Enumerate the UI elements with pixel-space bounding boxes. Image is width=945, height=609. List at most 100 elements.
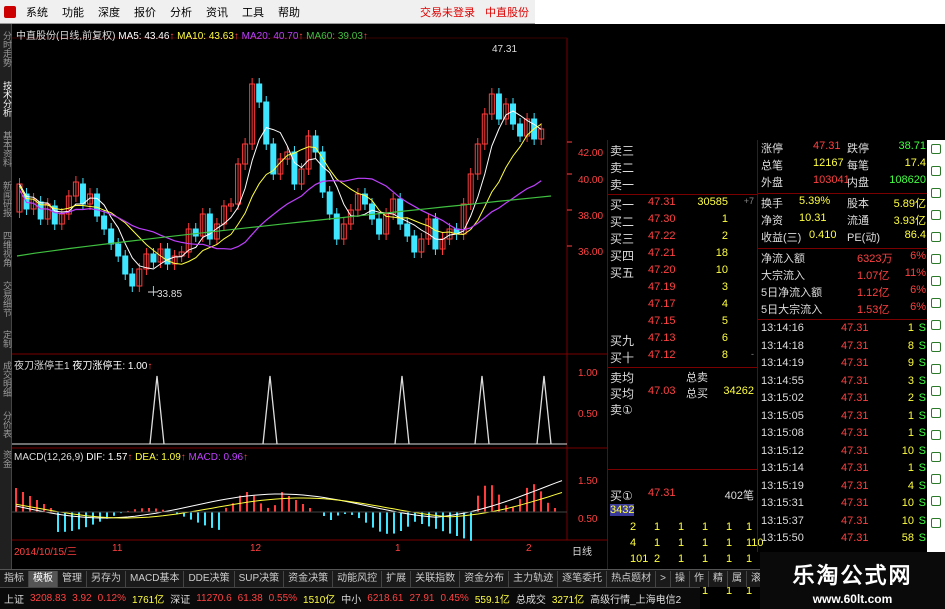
buy1-queue-header[interactable]: 买① 47.31 402笔 <box>608 487 758 504</box>
bottom-tab[interactable]: 逐笔委托 <box>558 570 608 587</box>
bottom-tab[interactable]: 资金分布 <box>460 570 510 587</box>
watermark-url: www.60lt.com <box>812 592 893 606</box>
tick-row[interactable]: 13:14:19 47.31 9 S <box>761 357 928 374</box>
menu-item-tools[interactable]: 工具 <box>235 4 271 20</box>
zx-index-label[interactable]: 中小 <box>341 591 361 606</box>
tool-icon[interactable] <box>931 518 941 528</box>
tick-row[interactable]: 13:15:37 47.31 10 S <box>761 515 928 532</box>
tool-icon[interactable] <box>931 452 941 462</box>
bottom-tab[interactable]: 动能风控 <box>333 570 383 587</box>
indicator-value: 夜刀涨停王: 1.00 <box>72 361 148 372</box>
menu-item-analysis[interactable]: 分析 <box>163 4 199 20</box>
sell1-queue-label[interactable]: 卖① <box>610 401 633 418</box>
menu-item-news[interactable]: 资讯 <box>199 4 235 20</box>
tool-icon[interactable] <box>931 298 941 308</box>
left-tab-4d[interactable]: 四维视角 <box>0 226 12 272</box>
tick-row[interactable]: 13:14:55 47.31 3 S <box>761 375 928 392</box>
tool-icon[interactable] <box>931 364 941 374</box>
tool-icon[interactable] <box>931 408 941 418</box>
bottom-tab[interactable]: 作 <box>690 570 709 587</box>
tool-icon[interactable] <box>931 496 941 506</box>
left-tab-price-table[interactable]: 分价表 <box>0 406 12 442</box>
sh-index-label[interactable]: 上证 <box>4 591 24 606</box>
ma5-value: MA5: 43.46 <box>118 31 170 42</box>
menu-item-system[interactable]: 系统 <box>19 4 55 20</box>
bottom-tab[interactable]: 关联指数 <box>411 570 461 587</box>
index-ticker: 上证 3208.83 3.92 0.12% 1761亿 深证 11270.6 6… <box>0 587 700 609</box>
queue-order-size: 1 <box>678 521 685 533</box>
left-tab-deals[interactable]: 成交明细 <box>0 356 12 402</box>
bottom-tab[interactable]: 属 <box>728 570 747 587</box>
tick-row[interactable]: 13:15:14 47.31 1 S <box>761 462 928 479</box>
macd-dea: DEA: 1.09 <box>135 452 181 463</box>
bottom-tab[interactable]: 热点题材 <box>607 570 657 587</box>
period-label[interactable]: 日线 <box>572 543 592 558</box>
buy-level-row[interactable]: 47.15 5 <box>608 315 758 332</box>
tool-icon[interactable] <box>931 210 941 220</box>
buy-level-row[interactable]: 买三 47.22 2 <box>608 230 758 247</box>
bottom-tab[interactable]: 模板 <box>29 570 58 587</box>
bottom-tab[interactable]: MACD基本 <box>126 570 185 587</box>
left-tab-funds[interactable]: 资金 <box>0 446 12 472</box>
left-tab-technical[interactable]: 技术分析 <box>0 76 12 122</box>
tick-row[interactable]: 13:14:16 47.31 1 S <box>761 322 928 339</box>
bottom-tab[interactable]: 资金决策 <box>284 570 334 587</box>
tick-row[interactable]: 13:15:12 47.31 10 S <box>761 445 928 462</box>
left-tab-trade-detail[interactable]: 交易细节 <box>0 276 12 322</box>
tool-icon[interactable] <box>931 254 941 264</box>
tick-row[interactable]: 13:14:18 47.31 8 S <box>761 340 928 357</box>
market-server-label[interactable]: 高级行情_上海电信2 <box>590 591 681 606</box>
tool-icon[interactable] <box>931 386 941 396</box>
sz-index-label[interactable]: 深证 <box>170 591 190 606</box>
tool-icon[interactable] <box>931 320 941 330</box>
bottom-tab[interactable]: 指标 <box>0 570 29 587</box>
tick-row[interactable]: 13:15:08 47.31 1 S <box>761 427 928 444</box>
menu-item-quote[interactable]: 报价 <box>127 4 163 20</box>
login-status-link[interactable]: 交易未登录 <box>420 4 475 20</box>
bottom-tab[interactable]: 管理 <box>58 570 87 587</box>
tool-icon[interactable] <box>931 144 941 154</box>
tick-row[interactable]: 13:15:19 47.31 4 S <box>761 480 928 497</box>
tool-icon[interactable] <box>931 232 941 242</box>
candle <box>150 253 157 263</box>
tool-icon[interactable] <box>931 166 941 176</box>
date-axis-mark: 12 <box>250 543 262 554</box>
cursor-date-label: 2014/10/15/三 <box>14 547 77 558</box>
tick-row[interactable]: 13:15:31 47.31 10 S <box>761 497 928 514</box>
menu-item-depth[interactable]: 深度 <box>91 4 127 20</box>
tick-row[interactable]: 13:15:02 47.31 2 S <box>761 392 928 409</box>
buy-avg-value: 47.03 <box>648 385 676 397</box>
tool-icon[interactable] <box>931 342 941 352</box>
bottom-tab[interactable]: 另存为 <box>87 570 126 587</box>
tool-icon[interactable] <box>931 430 941 440</box>
buy-level-row[interactable]: 买九 47.13 6 <box>608 332 758 349</box>
buy-level-row[interactable]: 47.17 4 <box>608 298 758 315</box>
buy-level-row[interactable]: 47.19 3 <box>608 281 758 298</box>
buy-level-row[interactable]: 买二 47.30 1 <box>608 213 758 230</box>
tick-row[interactable]: 13:15:05 47.31 1 S <box>761 410 928 427</box>
buy-level-row[interactable]: 买十 47.12 8- <box>608 349 758 366</box>
bottom-tab[interactable]: 扩展 <box>382 570 412 587</box>
tool-icon[interactable] <box>931 474 941 484</box>
chart-canvas[interactable] <box>12 24 607 569</box>
bottom-tab[interactable]: 主力轨迹 <box>509 570 559 587</box>
buy-level-row[interactable]: 买五 47.20 10 <box>608 264 758 281</box>
left-tab-timeshare[interactable]: 分时走势 <box>0 26 12 72</box>
chart-area[interactable]: 中直股份(日线,前复权) MA5: 43.46↑ MA10: 43.63↑ MA… <box>12 24 607 569</box>
left-tab-custom[interactable]: 定制 <box>0 326 12 352</box>
bottom-tab[interactable]: 操 <box>671 570 690 587</box>
tool-icon[interactable] <box>931 276 941 286</box>
left-tab-profile[interactable]: 基本资料 <box>0 126 12 172</box>
bottom-tab[interactable]: > <box>656 570 671 587</box>
bottom-tab[interactable]: 精 <box>709 570 728 587</box>
bottom-tab[interactable]: SUP决策 <box>235 570 285 587</box>
buy-level-row[interactable]: 买四 47.21 18 <box>608 247 758 264</box>
left-tab-research[interactable]: 新闻研报 <box>0 176 12 222</box>
tool-icon[interactable] <box>931 188 941 198</box>
bottom-tab[interactable]: DDE决策 <box>184 570 235 587</box>
buy-level-row[interactable]: 买一 47.31 30585 +7 <box>608 196 758 213</box>
menu-item-help[interactable]: 帮助 <box>271 4 307 20</box>
menu-item-function[interactable]: 功能 <box>55 4 91 20</box>
macd-header: MACD(12,26,9) DIF: 1.57↑ DEA: 1.09↑ MACD… <box>14 452 249 463</box>
tick-row[interactable]: 13:15:50 47.31 58 S <box>761 532 928 549</box>
